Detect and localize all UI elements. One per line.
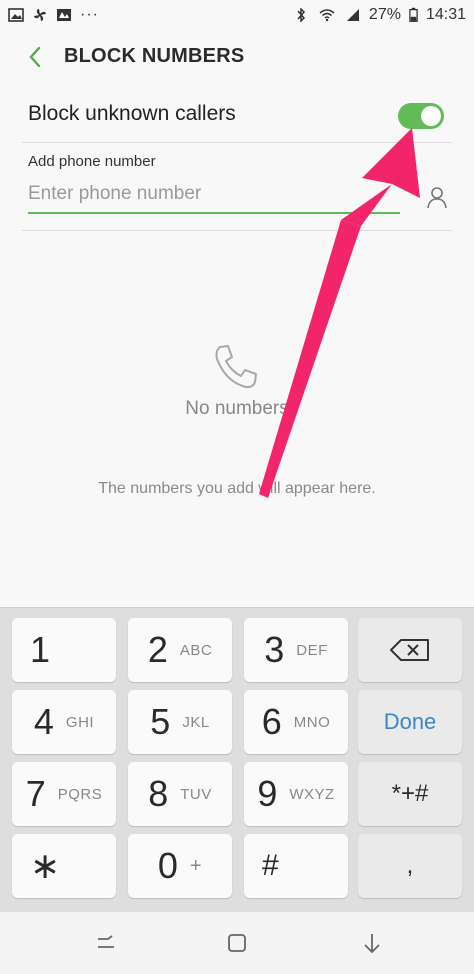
block-unknown-label: Block unknown callers [28,102,236,125]
key-hash[interactable]: # [244,834,348,898]
key-8[interactable]: 8 TUV [128,762,232,826]
bluetooth-icon [297,8,305,22]
more-notifications: ··· [80,6,99,23]
empty-state-description: The numbers you add will appear here. [98,480,376,497]
numeric-keypad: 1 2 ABC 3 DEF 4 GHI 5 JKL 6 MNO Done 7 PQRS 8T… [0,607,474,913]
key-4[interactable]: 4 GHI [12,690,116,754]
empty-state-title: No numbers [185,398,289,419]
divider [22,142,452,143]
block-unknown-toggle[interactable] [398,103,444,129]
input-underline [28,212,400,214]
key-star[interactable]: ∗ [12,834,116,898]
fan-icon [34,9,46,21]
key-9[interactable]: 9 WXYZ [244,762,348,826]
key-1[interactable]: 1 [12,618,116,682]
recents-icon [98,935,114,948]
key-2[interactable]: 2 ABC [128,618,232,682]
home-button[interactable] [226,932,252,954]
block-unknown-row[interactable]: Block unknown callers [0,90,474,142]
battery-icon [409,7,418,22]
backspace-icon [390,639,429,661]
gallery-icon [57,9,71,21]
key-7[interactable]: 7 PQRS [12,762,116,826]
home-icon [228,934,246,952]
contacts-button[interactable] [425,184,449,210]
comma-key[interactable]: , [358,834,462,898]
contact-icon [427,187,447,209]
status-bar-right: 27% 14:31 [293,6,466,24]
back-nav-button[interactable] [360,932,386,954]
key-3[interactable]: 3 DEF [244,618,348,682]
phone-number-input[interactable] [28,178,400,210]
app-header: BLOCK NUMBERS [0,30,474,84]
signal-icon [346,9,359,21]
divider [22,230,452,231]
navigation-bar [0,912,474,974]
wifi-icon [319,9,335,22]
phone-icon [215,345,257,389]
toggle-knob [421,106,441,126]
clock: 14:31 [425,6,466,23]
status-bar: ··· 27% 14:31 [0,0,474,30]
arrow-down-icon [364,934,380,954]
page-title: BLOCK NUMBERS [64,45,245,67]
battery-percent: 27% [368,6,401,23]
back-button[interactable] [22,42,48,72]
key-5[interactable]: 5 JKL [128,690,232,754]
key-0[interactable]: 0 + [128,834,232,898]
status-bar-left: ··· [8,6,99,23]
done-key[interactable]: Done [358,690,462,754]
key-6[interactable]: 6 MNO [244,690,348,754]
add-phone-label: Add phone number [28,153,156,170]
symbols-key[interactable]: *+# [358,762,462,826]
recents-button[interactable] [94,932,120,954]
image-icon [8,8,24,22]
backspace-key[interactable] [358,618,462,682]
chevron-left-icon [29,46,41,68]
